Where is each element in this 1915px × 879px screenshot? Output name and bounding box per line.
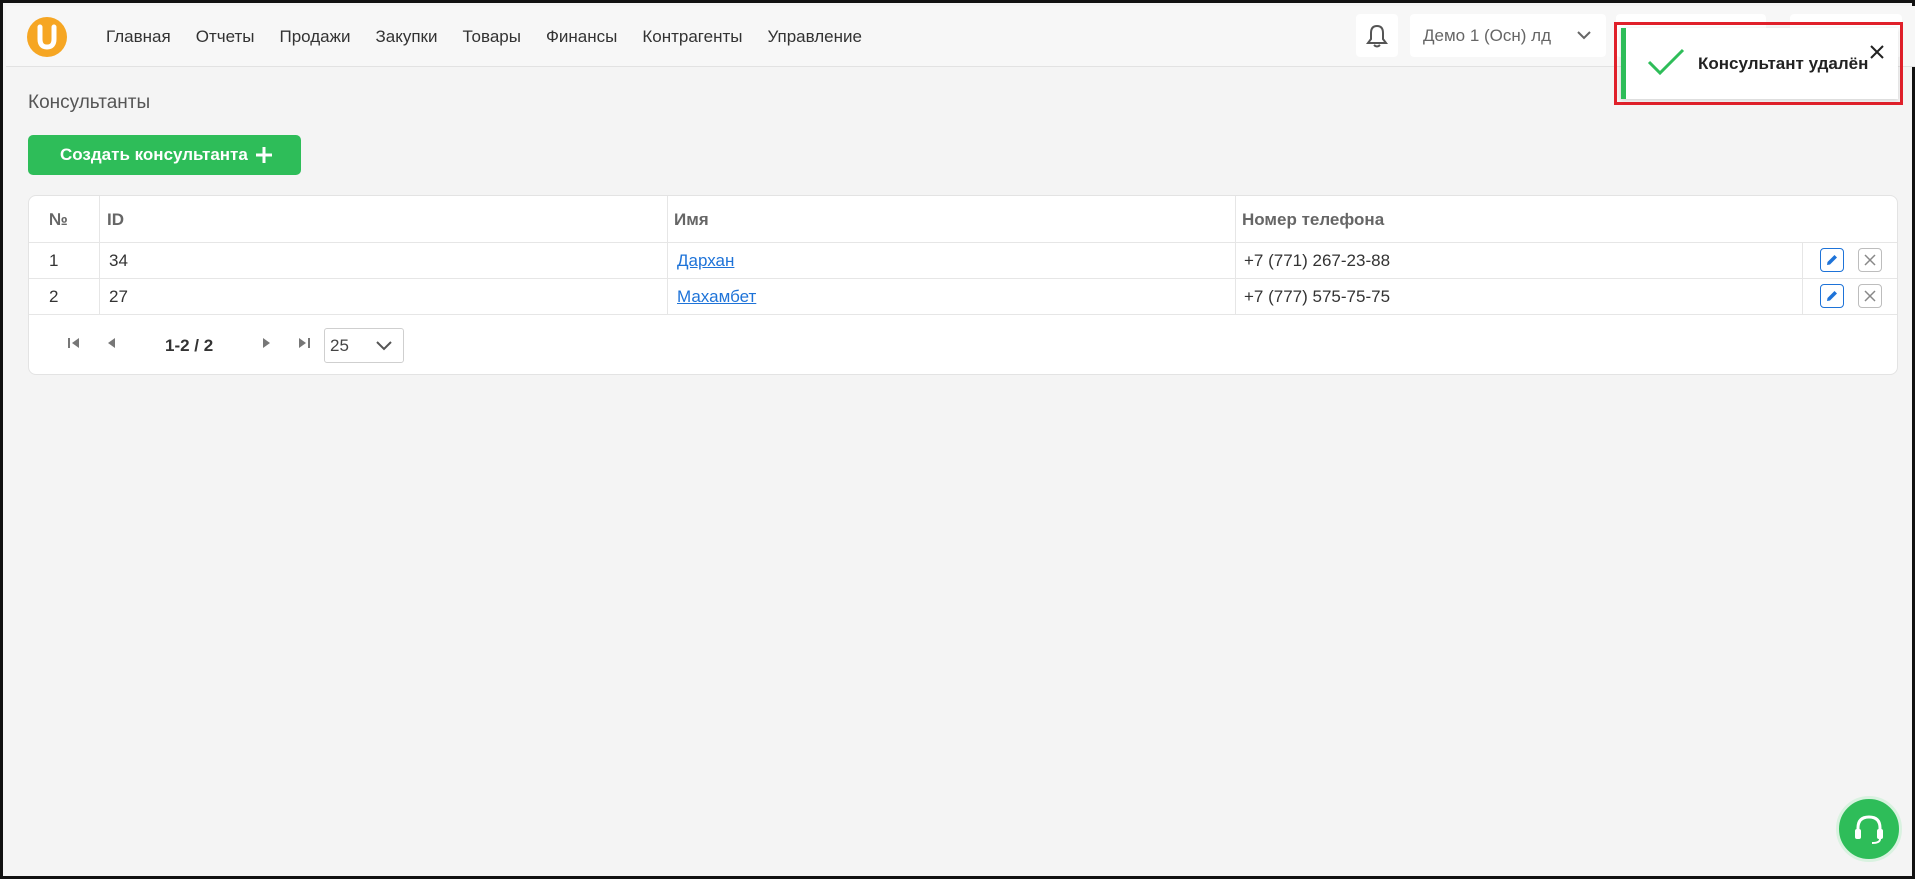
per-page-value: 25 — [330, 335, 349, 355]
table-row-2-phone: +7 (777) 575-75-75 — [1244, 287, 1391, 306]
pencil-icon — [1827, 291, 1837, 301]
edit-button[interactable] — [1820, 248, 1844, 272]
nav-item-counterparties[interactable]: Контрагенты — [642, 27, 742, 47]
column-header-number: № — [49, 210, 68, 229]
table-row-1-phone: +7 (771) 267-23-88 — [1244, 251, 1391, 270]
organization-select[interactable]: Демо 1 (Осн) лд — [1410, 14, 1606, 57]
toast-message: Консультант удалён — [1698, 54, 1869, 73]
edit-button[interactable] — [1820, 284, 1844, 308]
table-row-1-number: 1 — [49, 251, 59, 270]
plus-icon — [256, 147, 272, 163]
per-page-select[interactable]: 25 — [324, 328, 404, 363]
pagination-range: 1-2 / 2 — [165, 336, 214, 355]
bell-icon — [1366, 24, 1388, 47]
check-icon — [1647, 48, 1685, 76]
create-consultant-label: Создать консультанта — [60, 145, 248, 164]
table-row-2-name-link[interactable]: Махамбет — [677, 287, 756, 307]
close-icon[interactable] — [1869, 44, 1885, 60]
prev-page-icon[interactable] — [105, 336, 117, 350]
close-icon — [1864, 290, 1876, 302]
headset-icon — [1855, 815, 1883, 844]
pencil-icon — [1827, 255, 1837, 265]
close-icon — [1864, 254, 1876, 266]
app-window: Главная Отчеты Продажи Закупки Товары Фи… — [0, 0, 1915, 879]
nav-item-reports[interactable]: Отчеты — [196, 27, 255, 47]
delete-button[interactable] — [1858, 248, 1882, 272]
nav-item-management[interactable]: Управление — [767, 27, 862, 47]
table-row-2-id: 27 — [109, 287, 128, 306]
nav-item-finance[interactable]: Финансы — [546, 27, 617, 47]
logo-icon[interactable] — [27, 17, 67, 57]
chevron-down-icon — [1577, 31, 1591, 40]
chevron-down-icon — [376, 341, 392, 351]
consultants-table: № ID Имя Номер телефона 1 34 Дархан +7 (… — [28, 195, 1898, 375]
table-row-1-id: 34 — [109, 251, 128, 270]
column-header-name: Имя — [674, 210, 709, 229]
create-consultant-button[interactable]: Создать консультанта — [28, 135, 301, 175]
nav-item-sales[interactable]: Продажи — [279, 27, 350, 47]
organization-select-value: Демо 1 (Осн) лд — [1423, 25, 1552, 45]
column-header-id: ID — [107, 210, 124, 229]
table-row-2-number: 2 — [49, 287, 59, 306]
column-header-phone: Номер телефона — [1242, 210, 1385, 229]
support-chat-button[interactable] — [1836, 796, 1902, 862]
main-nav: Главная Отчеты Продажи Закупки Товары Фи… — [106, 6, 887, 67]
nav-item-home[interactable]: Главная — [106, 27, 171, 47]
table-row-1-name-link[interactable]: Дархан — [677, 251, 734, 271]
delete-button[interactable] — [1858, 284, 1882, 308]
page-title: Консультанты — [28, 92, 151, 113]
notifications-button[interactable] — [1356, 14, 1398, 57]
success-toast: Консультант удалён — [1621, 28, 1898, 99]
nav-item-products[interactable]: Товары — [462, 27, 520, 47]
last-page-icon[interactable] — [297, 336, 311, 350]
nav-item-purchases[interactable]: Закупки — [375, 27, 437, 47]
first-page-icon[interactable] — [67, 336, 81, 350]
next-page-icon[interactable] — [261, 336, 273, 350]
